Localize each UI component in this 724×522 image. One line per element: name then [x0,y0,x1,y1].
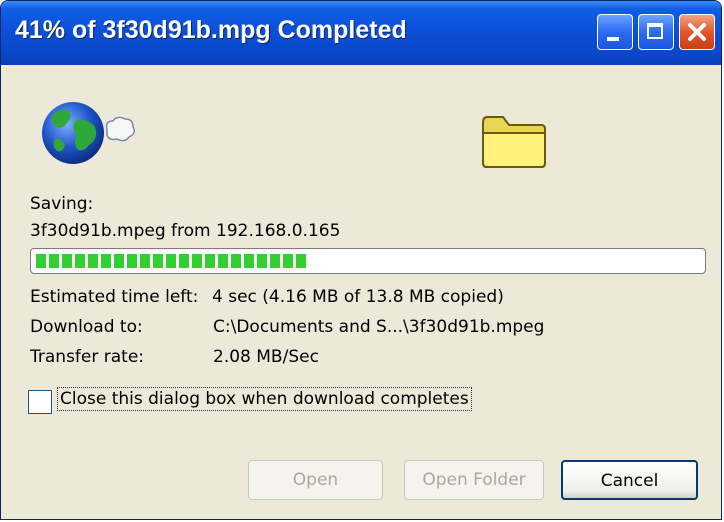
folder-icon [482,116,546,168]
open-button[interactable]: Open [248,460,383,500]
progress-bar [30,248,706,274]
close-when-done-checkbox[interactable] [28,390,52,414]
transfer-rate-value: 2.08 MB/Sec [213,347,319,367]
estimated-time-value: 4 sec (4.16 MB of 13.8 MB copied) [212,287,504,307]
transfer-rate-label: Transfer rate: [30,347,145,367]
saving-label: Saving: [30,194,94,214]
window-title: 41% of 3f30d91b.mpg Completed [15,16,407,44]
download-to-label: Download to: [30,317,143,337]
estimated-time-label: Estimated time left: [30,287,199,307]
minimize-icon [607,37,619,41]
progress-fill [36,254,308,268]
globe-icon [42,102,136,164]
download-to-value: C:\Documents and S...\3f30d91b.mpeg [213,317,545,337]
close-button[interactable] [679,14,715,50]
file-source-text: 3f30d91b.mpeg from 192.168.0.165 [30,221,341,241]
close-when-done-label[interactable]: Close this dialog box when download comp… [57,387,472,411]
minimize-button[interactable] [597,14,633,50]
maximize-icon [647,23,663,39]
cancel-button[interactable]: Cancel [561,460,698,500]
maximize-button[interactable] [638,14,674,50]
download-dialog: 41% of 3f30d91b.mpg Completed Saving: 3f… [0,0,722,520]
open-folder-button[interactable]: Open Folder [404,460,544,500]
close-icon [688,23,706,41]
title-bar[interactable]: 41% of 3f30d91b.mpg Completed [1,1,721,65]
